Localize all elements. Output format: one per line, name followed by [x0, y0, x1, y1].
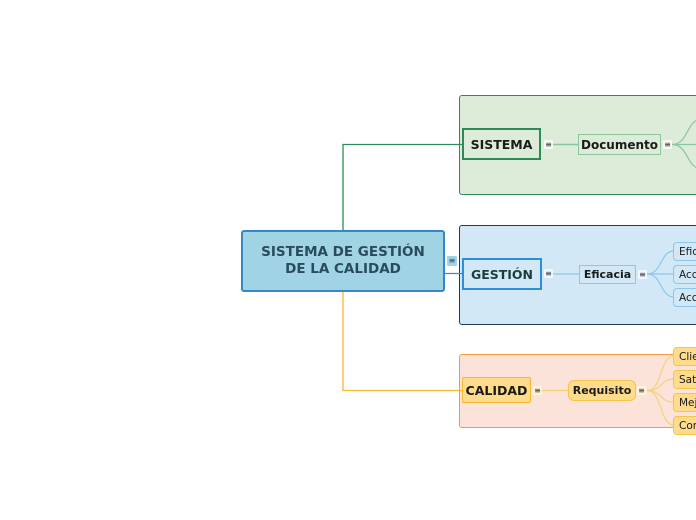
collapse-toggle-icon[interactable]: ≡: [638, 270, 647, 279]
leaf-topic[interactable]: Sati: [673, 370, 696, 389]
collapse-toggle-icon[interactable]: ≡: [663, 140, 672, 149]
topic-calidad[interactable]: CALIDAD: [462, 377, 531, 403]
leaf-topic[interactable]: Efic: [673, 242, 696, 261]
collapse-toggle-icon[interactable]: ≡: [447, 256, 457, 266]
subtopic-documento[interactable]: Documento: [578, 134, 661, 155]
central-topic-line1: SISTEMA DE GESTIÓN: [261, 244, 425, 260]
leaf-topic[interactable]: Acci: [673, 288, 696, 307]
leaf-topic[interactable]: Con: [673, 416, 696, 435]
mindmap-canvas: SISTEMA DE GESTIÓN DE LA CALIDAD ≡ SISTE…: [0, 0, 696, 520]
subtopic-requisito[interactable]: Requisito: [568, 380, 636, 401]
connector-central-sistema: [342, 143, 462, 230]
leaf-topic[interactable]: Acci: [673, 265, 696, 284]
leaf-topic[interactable]: Mejo: [673, 393, 696, 412]
topic-gestion[interactable]: GESTIÓN: [462, 258, 542, 290]
leaf-topic[interactable]: Clie: [673, 347, 696, 366]
collapse-toggle-icon[interactable]: ≡: [637, 386, 646, 395]
collapse-toggle-icon[interactable]: ≡: [533, 386, 542, 395]
central-topic[interactable]: SISTEMA DE GESTIÓN DE LA CALIDAD: [241, 230, 445, 292]
topic-sistema[interactable]: SISTEMA: [462, 128, 541, 160]
central-topic-line2: DE LA CALIDAD: [285, 261, 401, 277]
subtopic-eficacia[interactable]: Eficacia: [579, 265, 636, 284]
collapse-toggle-icon[interactable]: ≡: [544, 269, 553, 278]
connector-central-calidad: [342, 292, 462, 392]
collapse-toggle-icon[interactable]: ≡: [544, 140, 553, 149]
